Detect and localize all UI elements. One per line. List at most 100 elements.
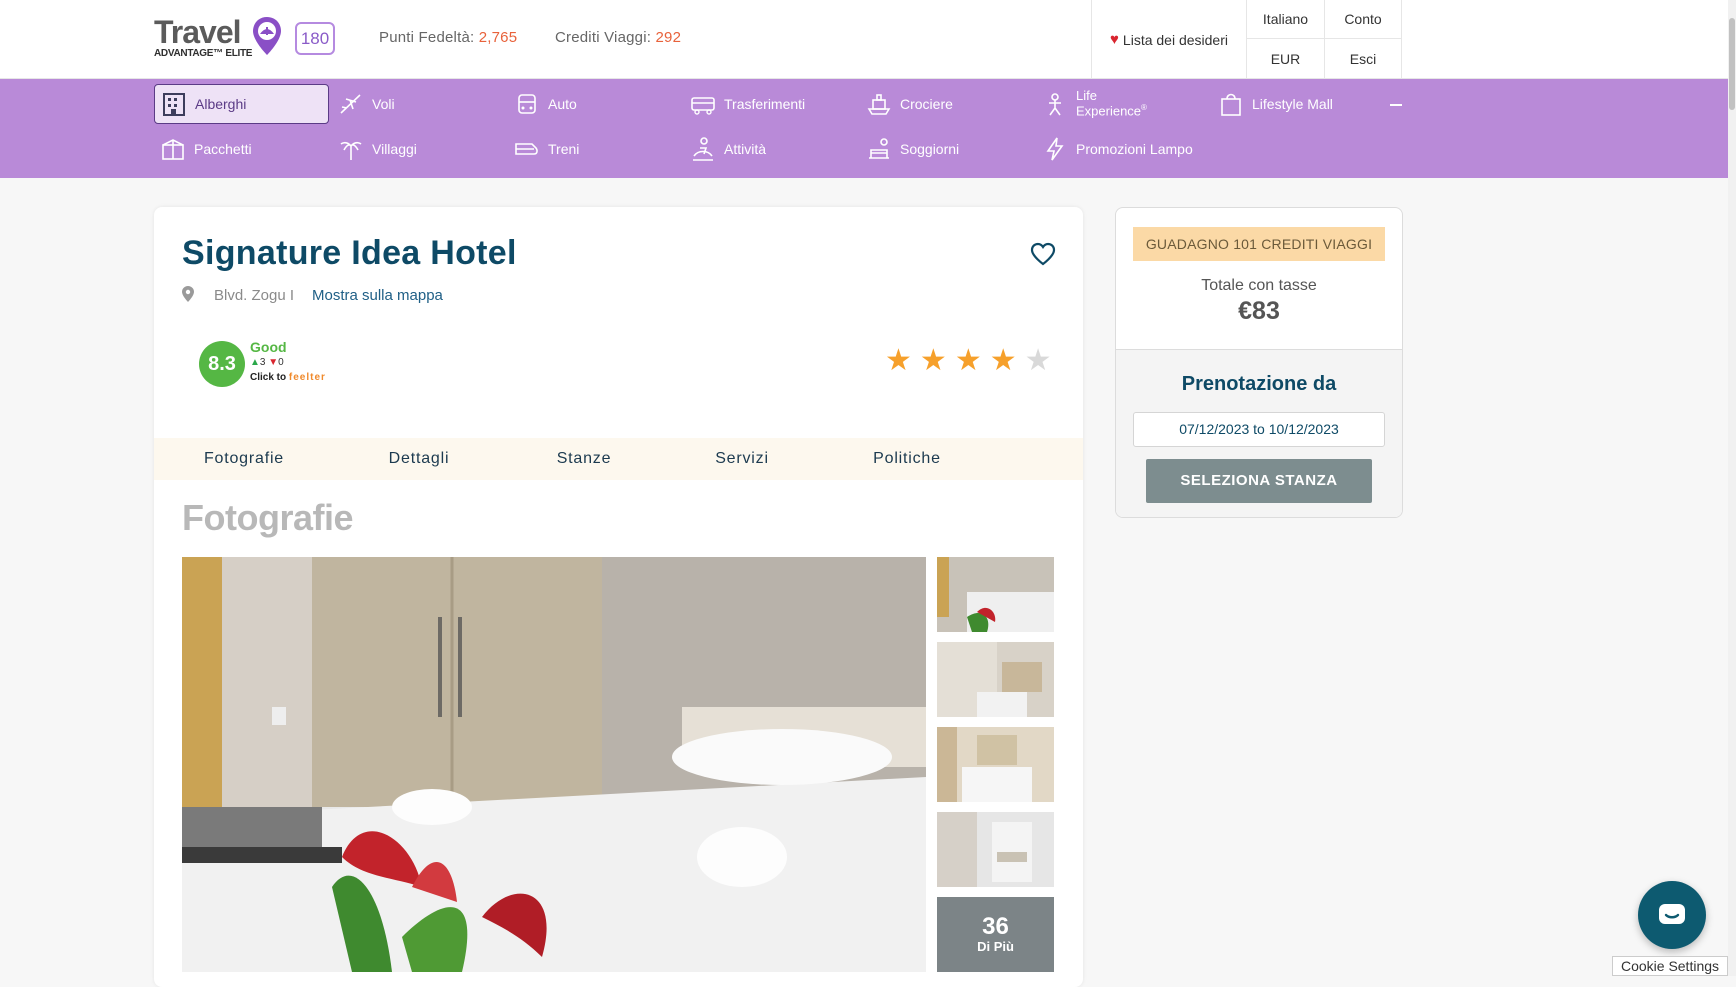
nav-label: Attività (724, 141, 767, 157)
package-icon (162, 139, 184, 160)
nav-label: Crociere (900, 96, 953, 112)
nav-villaggi[interactable]: Villaggi (332, 129, 500, 169)
palm-icon (340, 141, 362, 160)
photo-thumbnail[interactable] (937, 642, 1054, 717)
train-icon (515, 143, 538, 155)
star-icon: ★ (919, 344, 947, 377)
booking-title: Prenotazione da (1181, 373, 1337, 395)
nav-attivita[interactable]: Attività (684, 129, 852, 169)
thumbnail-image (937, 557, 1054, 632)
tab-stanze[interactable]: Stanze (534, 438, 634, 480)
top-header: Travel ADVANTAGE™ ELITE 180 Punti Fedelt… (0, 0, 1736, 79)
nav-label: Villaggi (372, 141, 417, 157)
location-pin-icon (182, 286, 194, 302)
chat-button[interactable] (1638, 881, 1706, 949)
chat-icon (1659, 904, 1685, 924)
nav-collapse-icon[interactable] (1390, 104, 1402, 106)
nav-trasferimenti[interactable]: Trasferimenti (684, 84, 852, 124)
nav-lifestyle-mall[interactable]: Lifestyle Mall (1212, 84, 1380, 124)
tab-fotografie[interactable]: Fotografie (194, 438, 294, 480)
review-votes: ▲3 ▼0 (250, 357, 284, 368)
loyalty-points-value: 2,765 (478, 29, 518, 46)
car-icon (518, 94, 536, 114)
nav-label: Promozioni Lampo (1076, 141, 1193, 157)
nav-life-experience[interactable]: Life Experience® (1036, 84, 1204, 124)
thumbnail-image (937, 727, 1054, 802)
lightning-icon (1046, 137, 1064, 161)
nav-crociere[interactable]: Crociere (860, 84, 1028, 124)
life-experience-icon (1049, 93, 1061, 116)
review-score[interactable]: 8.3 (199, 341, 245, 387)
hotel-card: Signature Idea Hotel Blvd. Zogu I Mostra… (154, 207, 1083, 987)
nav-label: Soggiorni (900, 141, 960, 157)
shopping-bag-icon (1221, 93, 1241, 116)
review-score-label: Good (250, 339, 287, 355)
photo-thumbnail[interactable] (937, 812, 1054, 887)
hotel-address: Blvd. Zogu I (214, 287, 295, 304)
nav-label: Lifestyle Mall (1252, 96, 1333, 112)
travel-credits-label: Crediti Viaggi: (555, 29, 652, 46)
tab-dettagli[interactable]: Dettagli (369, 438, 469, 480)
currency-selector[interactable]: EUR (1246, 39, 1324, 78)
thumbnail-image (937, 642, 1054, 717)
feelter-link[interactable]: Click to feelter (250, 372, 326, 383)
wishlist-link[interactable]: ♥ Lista dei desideri (1091, 0, 1246, 79)
logo-subtitle: ADVANTAGE™ ELITE (154, 48, 253, 59)
booking-form: Prenotazione da 07/12/2023 to 10/12/2023… (1116, 349, 1402, 517)
bus-icon (691, 97, 715, 115)
hotel-name: Signature Idea Hotel (182, 234, 517, 272)
vote-up-icon: ▲ (250, 357, 260, 368)
date-range-input[interactable]: 07/12/2023 to 10/12/2023 (1133, 412, 1385, 447)
nav-label: Alberghi (195, 96, 247, 112)
loyalty-points: Punti Fedeltà: 2,765 (379, 29, 517, 46)
nav-label: Voli (372, 96, 395, 112)
booking-card: GUADAGNO 101 CREDITI VIAGGI Totale con t… (1115, 207, 1403, 518)
photo-thumbnail[interactable] (937, 557, 1054, 632)
cookie-settings-button[interactable]: Cookie Settings (1612, 956, 1728, 976)
tab-servizi[interactable]: Servizi (692, 438, 792, 480)
vertical-scrollbar[interactable] (1728, 0, 1736, 976)
more-photos-button[interactable]: 36 Di Più (937, 897, 1054, 972)
nav-promozioni-lampo[interactable]: Promozioni Lampo (1036, 129, 1236, 169)
nav-auto[interactable]: Auto (508, 84, 676, 124)
nav-soggiorni[interactable]: Soggiorni (860, 129, 1028, 169)
category-nav: Alberghi Voli Auto Trasferimenti Crocier… (0, 79, 1728, 178)
section-tabs: Fotografie Dettagli Stanze Servizi Polit… (154, 438, 1083, 480)
travel-credits: Crediti Viaggi: 292 (555, 29, 681, 46)
photo-thumbnail[interactable] (937, 727, 1054, 802)
select-room-button[interactable]: SELEZIONA STANZA (1146, 459, 1372, 503)
star-icon: ★ (989, 344, 1017, 377)
tier-badge: 180 (295, 22, 335, 55)
star-icon: ★ (954, 344, 982, 377)
main-hotel-photo[interactable] (182, 557, 926, 972)
nav-voli[interactable]: Voli (332, 84, 500, 124)
nav-label: Treni (548, 141, 580, 157)
logo-text: Travel (154, 14, 242, 50)
total-with-tax-label: Totale con tasse (1201, 277, 1317, 294)
language-selector[interactable]: Italiano (1246, 0, 1324, 39)
star-rating: ★ ★ ★ ★ ★ (885, 346, 1052, 376)
more-photos-label: Di Più (977, 939, 1014, 954)
plane-icon (340, 94, 361, 114)
nav-label-life-experience: Life Experience® (1076, 88, 1147, 119)
nav-pacchetti[interactable]: Pacchetti (154, 129, 322, 169)
nav-alberghi[interactable]: Alberghi (154, 84, 329, 124)
scrollbar-thumb[interactable] (1729, 18, 1735, 110)
show-on-map-link[interactable]: Mostra sulla mappa (312, 287, 443, 304)
nav-treni[interactable]: Treni (508, 129, 676, 169)
earn-credits-banner: GUADAGNO 101 CREDITI VIAGGI (1133, 227, 1385, 261)
hotel-room-image (182, 557, 926, 972)
hotel-icon (163, 93, 185, 116)
logout-link[interactable]: Esci (1324, 39, 1402, 78)
more-photos-count: 36 (982, 913, 1009, 940)
travel-advantage-logo[interactable]: Travel ADVANTAGE™ ELITE (154, 16, 286, 62)
star-icon: ★ (885, 344, 912, 377)
nav-label: Trasferimenti (724, 96, 806, 112)
star-empty-icon: ★ (1024, 344, 1052, 377)
tab-politiche[interactable]: Politiche (857, 438, 957, 480)
favorite-heart-icon[interactable] (1030, 242, 1056, 266)
wishlist-label: Lista dei desideri (1122, 31, 1228, 48)
activity-icon (693, 137, 713, 161)
cruise-icon (867, 94, 891, 115)
account-link[interactable]: Conto (1324, 0, 1402, 39)
